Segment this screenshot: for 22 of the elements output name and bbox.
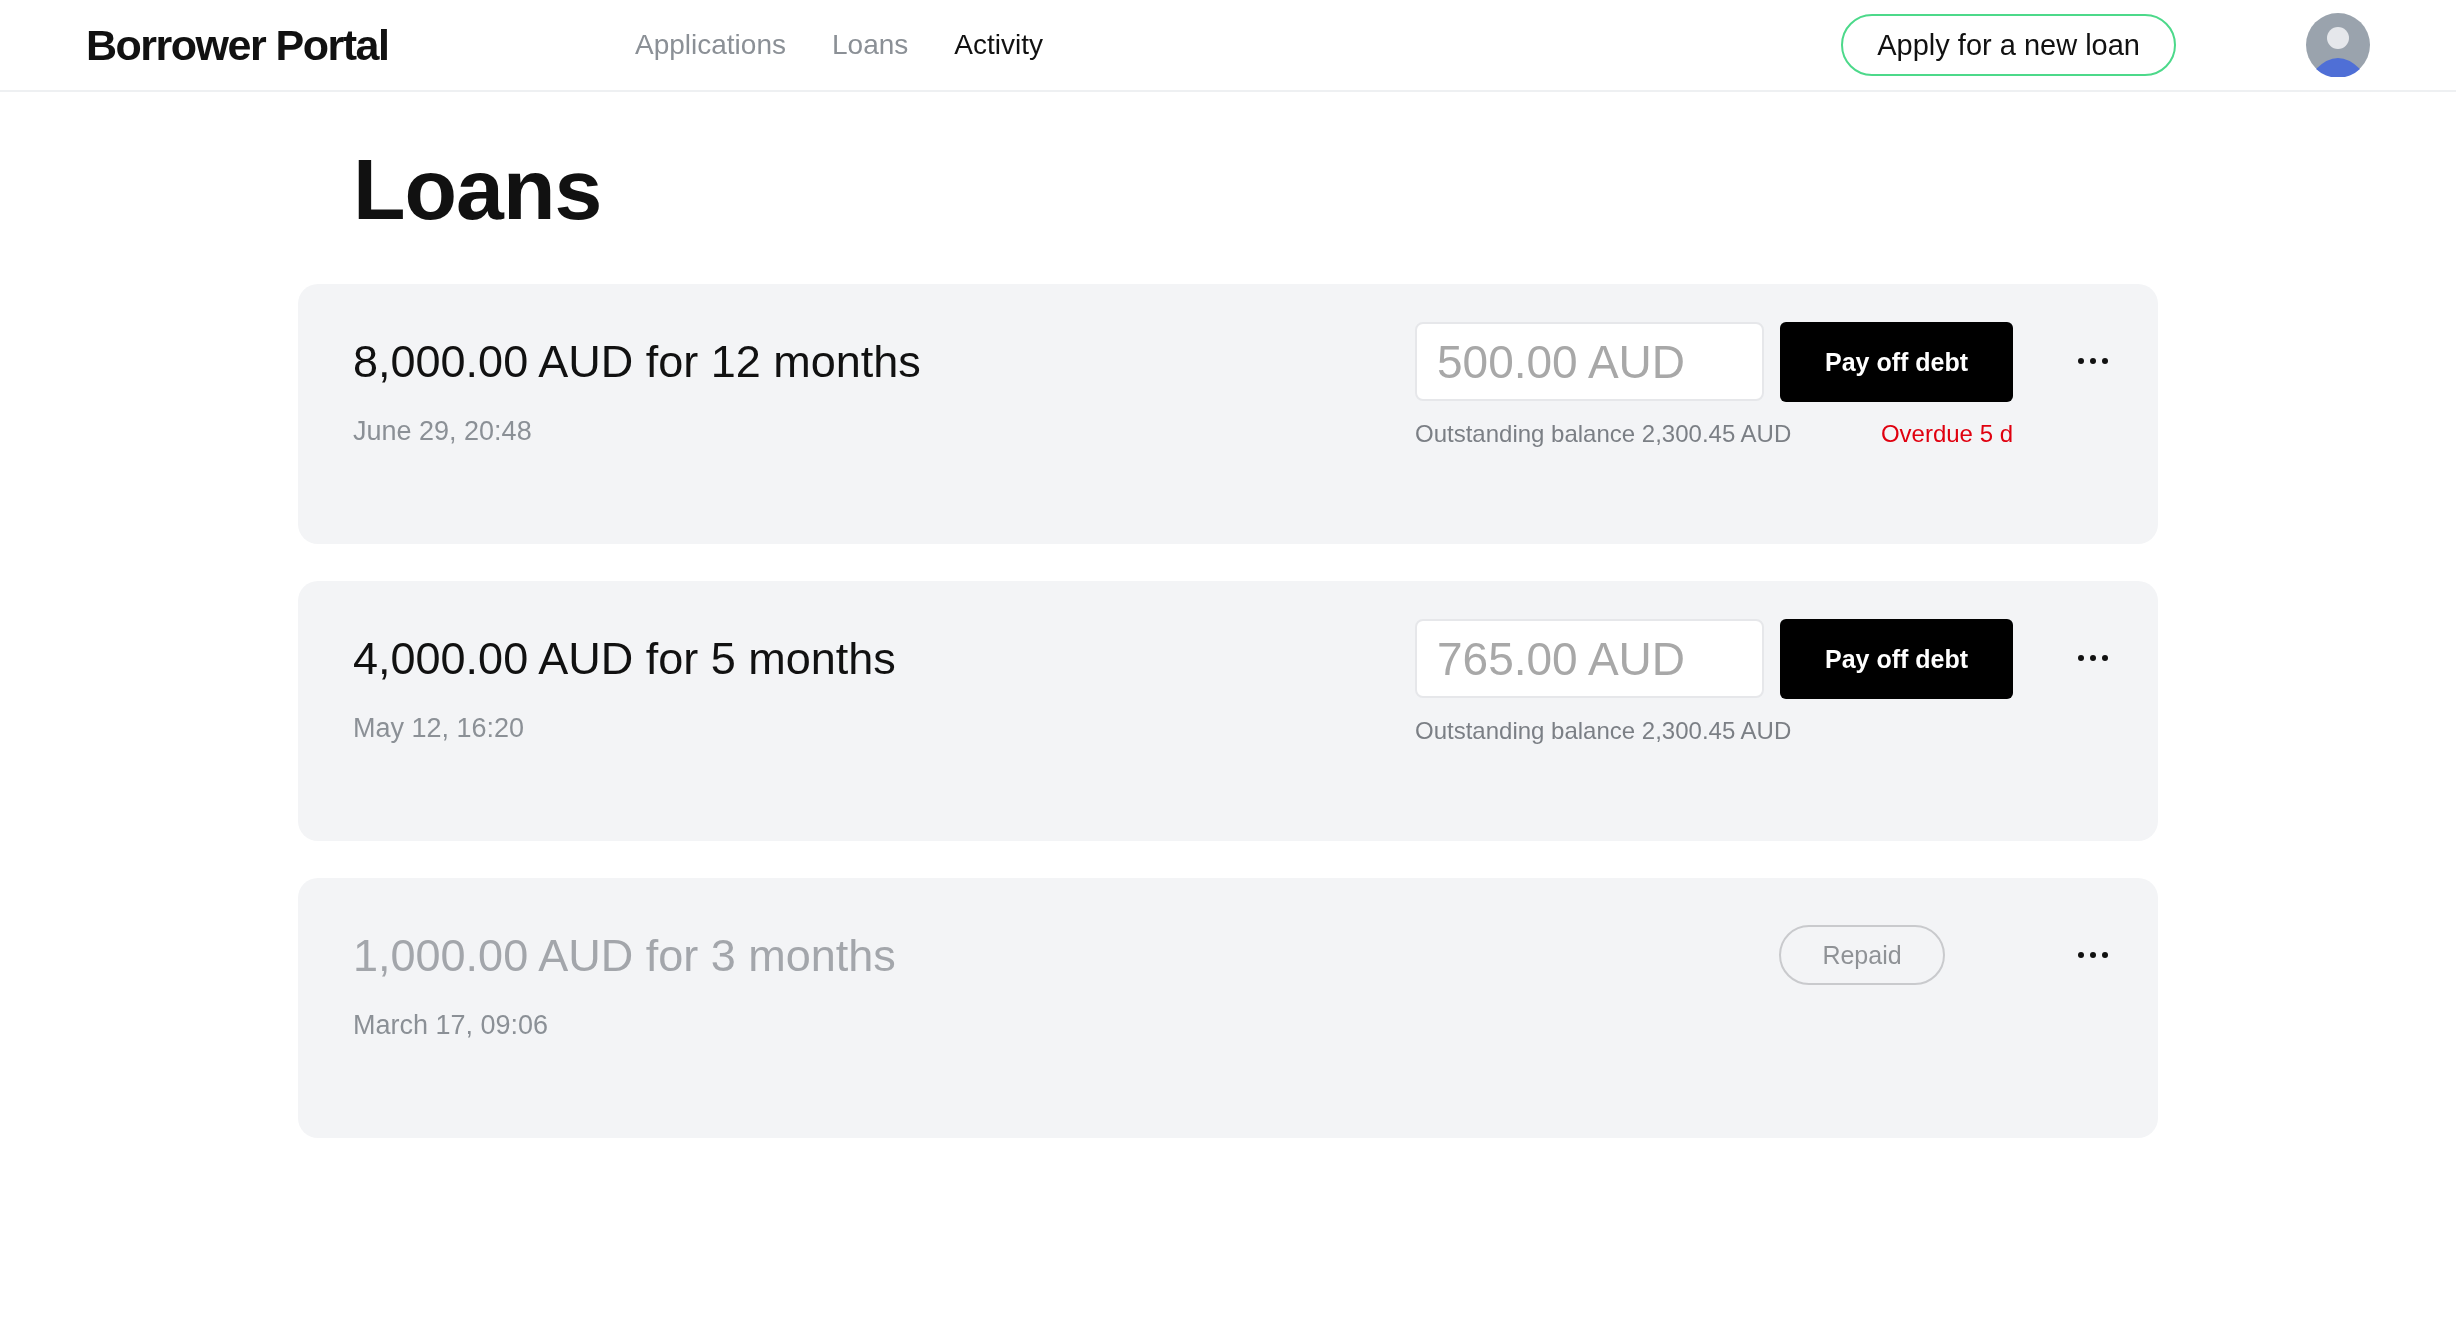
page-title: Loans	[353, 140, 603, 239]
avatar-icon[interactable]	[2306, 13, 2370, 77]
more-icon[interactable]	[2078, 358, 2108, 364]
nav-link[interactable]: Activity	[954, 29, 1043, 61]
amount-field[interactable]: 500.00 AUD	[1415, 322, 1764, 401]
more-icon[interactable]	[2078, 952, 2108, 958]
pay-button[interactable]: Pay off debt	[1780, 619, 2013, 699]
status-badge: Repaid	[1779, 925, 1945, 985]
loan-date: May 12, 16:20	[353, 713, 526, 744]
loan-title: 8,000.00 AUD for 12 months	[353, 335, 922, 389]
more-icon[interactable]	[2078, 655, 2108, 661]
logo[interactable]: Borrower Portal	[86, 20, 635, 70]
loan-title: 4,000.00 AUD for 5 months	[353, 632, 897, 686]
loan-date: March 17, 09:06	[353, 1010, 550, 1041]
loan-title: 1,000.00 AUD for 3 months	[353, 929, 897, 983]
amount-field[interactable]: 765.00 AUD	[1415, 619, 1764, 698]
loan-date: June 29, 20:48	[353, 416, 533, 447]
balance-text: Outstanding balance 2,300.45 AUD	[1415, 717, 1792, 745]
overdue-text: Overdue 5 d	[1880, 420, 2013, 448]
apply-button[interactable]: Apply for a new loan	[1841, 14, 2176, 76]
pay-button[interactable]: Pay off debt	[1780, 322, 2013, 402]
balance-text: Outstanding balance 2,300.45 AUD	[1415, 420, 1792, 448]
